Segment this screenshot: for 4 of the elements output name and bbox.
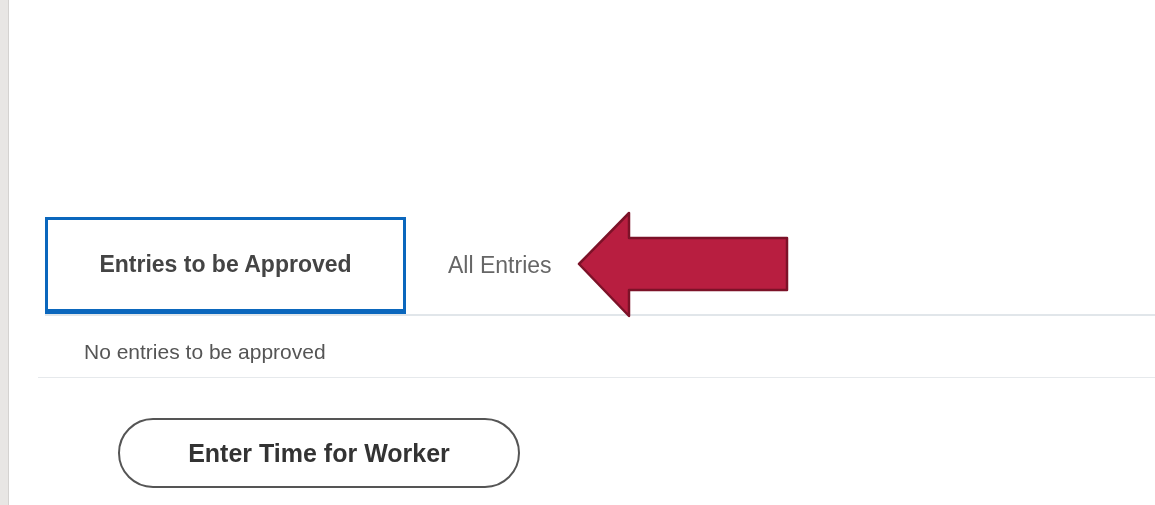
empty-message: No entries to be approved [84, 338, 326, 364]
enter-time-button[interactable]: Enter Time for Worker [118, 418, 520, 488]
tab[interactable]: Entries to be Approved [45, 217, 406, 314]
arrow-icon [577, 211, 789, 319]
